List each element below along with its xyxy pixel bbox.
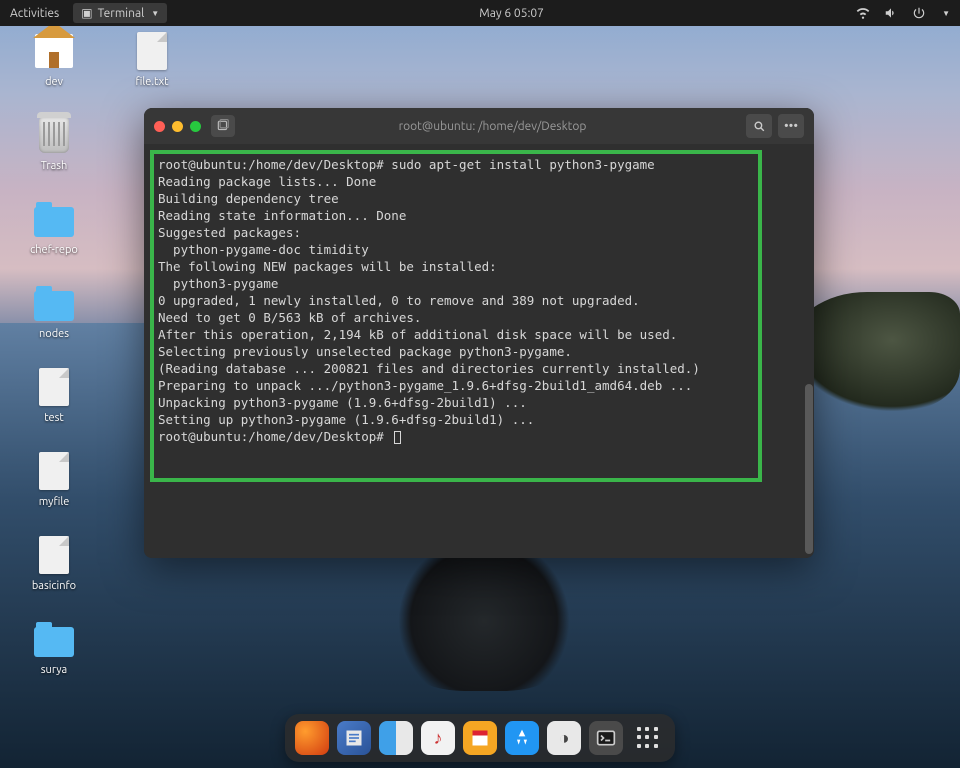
icon-label: Trash bbox=[41, 160, 68, 172]
dock-office[interactable] bbox=[463, 721, 497, 755]
search-button[interactable] bbox=[746, 114, 772, 138]
maximize-button[interactable] bbox=[190, 121, 201, 132]
desktop-icon-dev[interactable]: dev bbox=[14, 30, 94, 88]
app-menu-button[interactable]: ▣ Terminal ▼ bbox=[73, 3, 167, 23]
trash-icon bbox=[33, 114, 75, 156]
desktop-icon-basicinfo[interactable]: basicinfo bbox=[14, 534, 94, 592]
terminal-window: root@ubuntu: /home/dev/Desktop ••• root@… bbox=[144, 108, 814, 558]
power-icon[interactable] bbox=[912, 6, 926, 20]
new-tab-button[interactable] bbox=[211, 115, 235, 137]
dock-files[interactable] bbox=[379, 721, 413, 755]
terminal-content[interactable]: root@ubuntu:/home/dev/Desktop# sudo apt-… bbox=[148, 148, 810, 554]
desktop-icons-area: dev Trash chef-repo nodes test myfile basicinf… bbox=[14, 30, 94, 676]
icon-label: chef-repo bbox=[30, 244, 78, 256]
dock-music[interactable]: ♪ bbox=[421, 721, 455, 755]
home-icon bbox=[33, 30, 75, 72]
traffic-lights bbox=[154, 121, 201, 132]
icon-label: myfile bbox=[39, 496, 70, 508]
clock[interactable]: May 6 05:07 bbox=[167, 7, 856, 20]
desktop-icon-surya[interactable]: surya bbox=[14, 618, 94, 676]
desktop-icon-myfile[interactable]: myfile bbox=[14, 450, 94, 508]
wallpaper-rocks bbox=[384, 551, 584, 691]
icon-label: dev bbox=[45, 76, 63, 88]
apps-grid-icon bbox=[637, 727, 659, 749]
file-icon bbox=[33, 534, 75, 576]
icon-label: test bbox=[44, 412, 63, 424]
desktop-icon-test[interactable]: test bbox=[14, 366, 94, 424]
desktop-icon-chef-repo[interactable]: chef-repo bbox=[14, 198, 94, 256]
folder-icon bbox=[33, 282, 75, 324]
titlebar[interactable]: root@ubuntu: /home/dev/Desktop ••• bbox=[144, 108, 814, 144]
dock-app-store[interactable] bbox=[505, 721, 539, 755]
volume-icon[interactable] bbox=[884, 6, 898, 20]
icon-label: file.txt bbox=[136, 76, 169, 88]
dock-system[interactable]: ◑ bbox=[547, 721, 581, 755]
dock-firefox[interactable] bbox=[295, 721, 329, 755]
desktop-icon-file-txt[interactable]: file.txt bbox=[112, 30, 192, 88]
terminal-body[interactable]: root@ubuntu:/home/dev/Desktop# sudo apt-… bbox=[144, 144, 814, 558]
menu-button[interactable]: ••• bbox=[778, 114, 804, 138]
dock: ♪ ◑ bbox=[285, 714, 675, 762]
scrollbar-thumb[interactable] bbox=[805, 384, 813, 554]
file-icon bbox=[33, 450, 75, 492]
dock-show-applications[interactable] bbox=[631, 721, 665, 755]
terminal-icon: ▣ bbox=[81, 6, 92, 20]
app-menu-label: Terminal bbox=[98, 7, 145, 20]
system-menu-chevron-icon[interactable]: ▼ bbox=[942, 9, 950, 18]
icon-label: basicinfo bbox=[32, 580, 76, 592]
wifi-icon[interactable] bbox=[856, 6, 870, 20]
desktop: Activities ▣ Terminal ▼ May 6 05:07 ▼ de… bbox=[0, 0, 960, 768]
folder-icon bbox=[33, 618, 75, 660]
file-icon bbox=[131, 30, 173, 72]
chevron-down-icon: ▼ bbox=[151, 9, 159, 18]
desktop-icon-nodes[interactable]: nodes bbox=[14, 282, 94, 340]
icon-label: surya bbox=[41, 664, 67, 676]
file-icon bbox=[33, 366, 75, 408]
window-title: root@ubuntu: /home/dev/Desktop bbox=[245, 120, 740, 133]
desktop-icon-trash[interactable]: Trash bbox=[14, 114, 94, 172]
minimize-button[interactable] bbox=[172, 121, 183, 132]
dock-terminal[interactable] bbox=[589, 721, 623, 755]
icon-label: nodes bbox=[39, 328, 69, 340]
top-panel: Activities ▣ Terminal ▼ May 6 05:07 ▼ bbox=[0, 0, 960, 26]
activities-button[interactable]: Activities bbox=[10, 7, 59, 20]
close-button[interactable] bbox=[154, 121, 165, 132]
dock-text-editor[interactable] bbox=[337, 721, 371, 755]
folder-icon bbox=[33, 198, 75, 240]
